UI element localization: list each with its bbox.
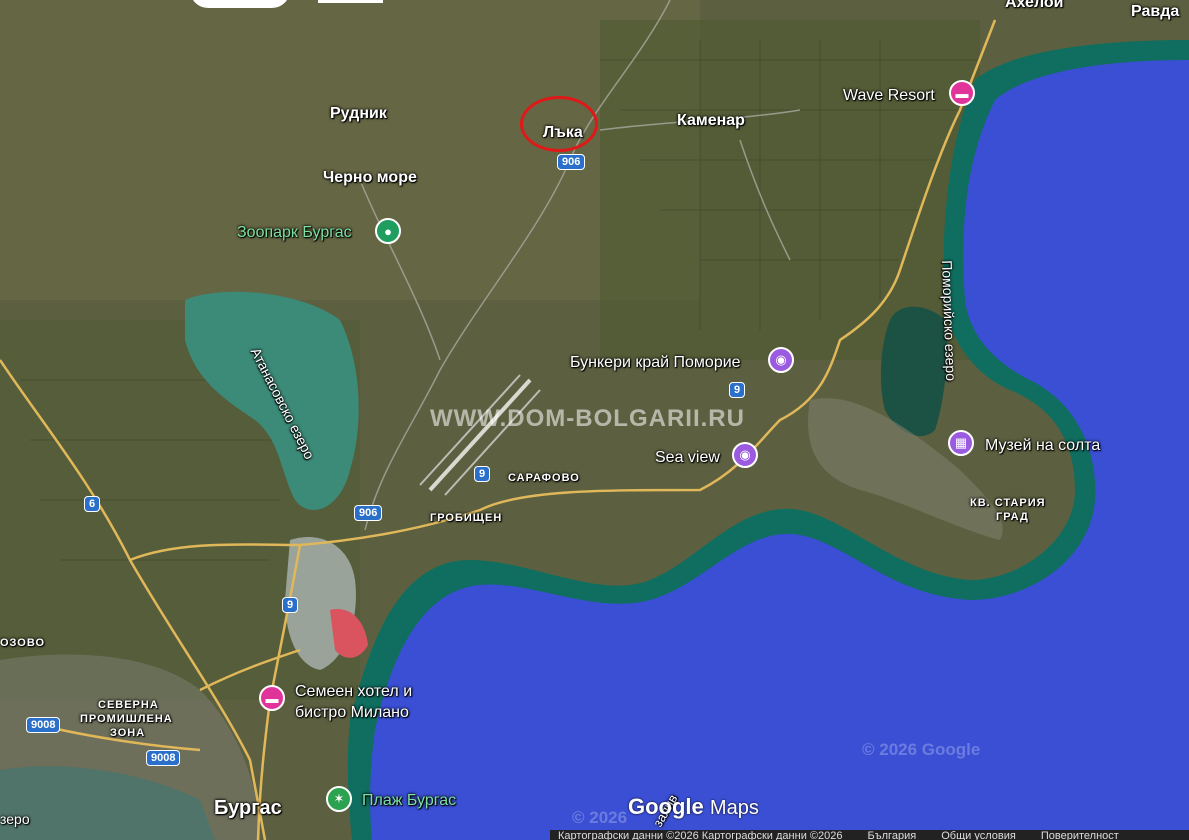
label-semeen-2[interactable]: бистро Милано <box>295 704 409 722</box>
lake-pomoriysko <box>880 306 947 437</box>
label-zoo[interactable]: Зоопарк Бургас <box>237 224 352 242</box>
logo-maps: Maps <box>709 797 759 819</box>
label-cherno-more: Черно море <box>323 169 417 186</box>
label-ozovo: ОЗОВО <box>0 637 46 649</box>
label-muzei[interactable]: Музей на солта <box>985 437 1100 455</box>
footer-terms[interactable]: Общи условия <box>941 830 1016 840</box>
label-plaj-burgas[interactable]: Плаж Бургас <box>362 792 456 810</box>
road-shield-9: 9 <box>729 382 746 398</box>
label-bunkeri[interactable]: Бункери край Поморие <box>570 354 741 372</box>
camera-icon[interactable]: ◉ <box>732 442 758 468</box>
google-maps-logo: Google Maps <box>628 794 759 820</box>
label-sea-view[interactable]: Sea view <box>655 449 720 467</box>
road-shield-906: 906 <box>557 154 586 170</box>
label-stariya-grad-1: КВ. СТАРИЯ <box>970 497 1046 509</box>
footer-country[interactable]: България <box>868 830 917 840</box>
label-severna-2: ПРОМИШЛЕНА <box>80 713 173 725</box>
label-rudnik: Рудник <box>330 105 387 122</box>
road-shield-9008: 9008 <box>26 717 61 733</box>
top-panel-edge <box>190 0 290 8</box>
beach-icon[interactable]: ✶ <box>326 786 352 812</box>
road-shield-9: 9 <box>474 466 491 482</box>
label-aheloy: Ахелой <box>1005 0 1064 11</box>
label-sarafovo: САРАФОВО <box>508 472 580 484</box>
logo-google: Google <box>628 794 704 819</box>
label-kamenar: Каменар <box>677 112 745 129</box>
label-semeen-1[interactable]: Семеен хотел и <box>295 683 412 701</box>
bed-icon[interactable]: ▬ <box>259 685 285 711</box>
label-severna-3: ЗОНА <box>110 727 146 739</box>
footer-privacy[interactable]: Поверителност <box>1041 830 1119 840</box>
label-stariya-grad-2: ГРАД <box>996 511 1029 523</box>
label-grobishten: ГРОБИЩЕН <box>430 512 503 524</box>
road-shield-9008: 9008 <box>146 750 181 766</box>
watermark-text: WWW.DOM-BOLGARII.RU <box>430 405 745 432</box>
museum-icon[interactable]: ▦ <box>948 430 974 456</box>
label-laka: Лъка <box>543 124 583 141</box>
paw-icon[interactable]: ● <box>375 218 401 244</box>
road-shield-9: 9 <box>282 597 299 613</box>
camera-icon[interactable]: ◉ <box>768 347 794 373</box>
copyright-watermark: © 2026 Google <box>862 740 981 759</box>
label-ravda: Равда <box>1131 3 1180 20</box>
footer-map-data[interactable]: Картографски данни ©2026 Картографски да… <box>558 830 842 840</box>
label-severna-1: СЕВЕРНА <box>98 699 159 711</box>
copyright-watermark-2: © 2026 <box>572 808 628 827</box>
top-control-edge <box>318 0 383 3</box>
bed-icon[interactable]: ▬ <box>949 80 975 106</box>
road-shield-6: 6 <box>84 496 101 512</box>
label-wave-resort[interactable]: Wave Resort <box>843 87 935 105</box>
label-burgas: Бургас <box>214 797 282 819</box>
label-ezero-left: зеро <box>0 811 30 827</box>
attribution-footer: Картографски данни ©2026 Картографски да… <box>550 830 1189 840</box>
road-shield-906: 906 <box>354 505 383 521</box>
